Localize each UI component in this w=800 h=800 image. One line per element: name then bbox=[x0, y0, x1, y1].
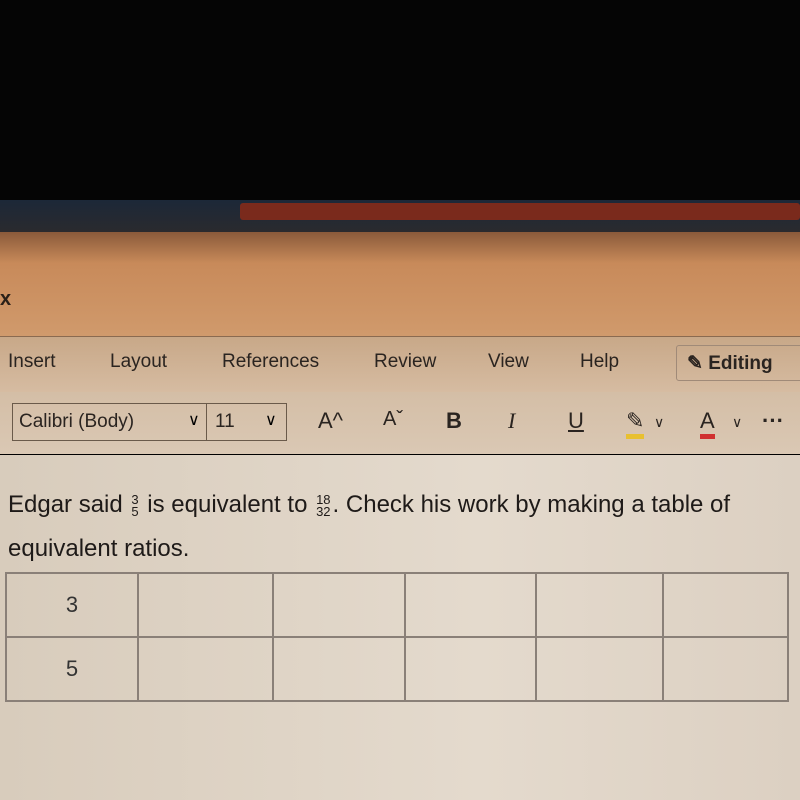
underline-button[interactable]: U bbox=[568, 408, 584, 434]
editing-label: Editing bbox=[708, 353, 773, 374]
table-row: 3 bbox=[5, 572, 789, 638]
close-icon[interactable]: x bbox=[0, 288, 11, 311]
chevron-down-icon[interactable]: ∨ bbox=[732, 414, 742, 431]
shrink-font-button[interactable]: Aˇ bbox=[383, 408, 403, 431]
table-cell[interactable] bbox=[535, 636, 664, 702]
grow-font-button[interactable]: A^ bbox=[318, 408, 343, 434]
tab-help[interactable]: Help bbox=[580, 351, 619, 373]
table-cell[interactable] bbox=[404, 636, 537, 702]
italic-button[interactable]: I bbox=[508, 408, 515, 434]
chevron-down-icon[interactable]: ∨ bbox=[188, 410, 200, 430]
denominator: 5 bbox=[131, 503, 139, 519]
browser-bar bbox=[240, 203, 800, 220]
pencil-icon: ✎ bbox=[687, 353, 703, 374]
font-name: Calibri (Body) bbox=[19, 411, 135, 432]
chevron-down-icon[interactable]: ∨ bbox=[654, 414, 664, 431]
tab-view[interactable]: View bbox=[488, 351, 529, 373]
fraction-18-32: 18 32 bbox=[316, 493, 331, 519]
document-area: Edgar said 35 is equivalent to 18 32. Che… bbox=[0, 455, 800, 800]
tab-layout[interactable]: Layout bbox=[110, 351, 167, 373]
question-text: Edgar said 35 is equivalent to 18 32. Che… bbox=[8, 483, 788, 571]
question-part: Edgar said bbox=[8, 491, 130, 518]
chevron-down-icon[interactable]: ∨ bbox=[265, 410, 277, 430]
tab-review[interactable]: Review bbox=[374, 351, 436, 373]
font-size[interactable]: 11 bbox=[215, 411, 235, 433]
table-cell[interactable] bbox=[662, 572, 789, 638]
tab-references[interactable]: References bbox=[222, 351, 319, 373]
table-cell[interactable] bbox=[272, 636, 406, 702]
table-cell[interactable] bbox=[137, 572, 274, 638]
table-row: 5 bbox=[5, 636, 789, 702]
table-cell[interactable] bbox=[272, 572, 406, 638]
question-part: is equivalent to bbox=[140, 491, 315, 518]
table-cell[interactable] bbox=[404, 572, 537, 638]
divider bbox=[206, 404, 207, 440]
tab-insert[interactable]: Insert bbox=[8, 351, 56, 373]
table-cell[interactable]: 5 bbox=[5, 636, 139, 702]
formatting-toolbar: Calibri (Body) ∨ 11 ∨ A^ Aˇ B I U ✎ ∨ A … bbox=[0, 392, 800, 454]
ratio-table: 3 5 bbox=[5, 572, 789, 702]
more-options-icon[interactable]: ··· bbox=[762, 408, 784, 434]
denominator: 32 bbox=[316, 503, 331, 519]
table-cell[interactable] bbox=[137, 636, 274, 702]
title-bar bbox=[0, 232, 800, 336]
table-cell[interactable] bbox=[662, 636, 789, 702]
editing-mode-button[interactable]: ✎ Editing bbox=[676, 345, 800, 381]
dark-background bbox=[0, 0, 800, 200]
highlighter-icon[interactable]: ✎ bbox=[626, 408, 645, 439]
ribbon-tabs: Insert Layout References Review View Hel… bbox=[0, 336, 800, 393]
font-selector[interactable]: Calibri (Body) ∨ 11 ∨ bbox=[12, 403, 287, 441]
fraction-3-5: 35 bbox=[131, 493, 139, 519]
table-cell[interactable]: 3 bbox=[5, 572, 139, 638]
font-color-button[interactable]: A bbox=[700, 408, 715, 439]
bold-button[interactable]: B bbox=[446, 408, 462, 434]
table-cell[interactable] bbox=[535, 572, 664, 638]
